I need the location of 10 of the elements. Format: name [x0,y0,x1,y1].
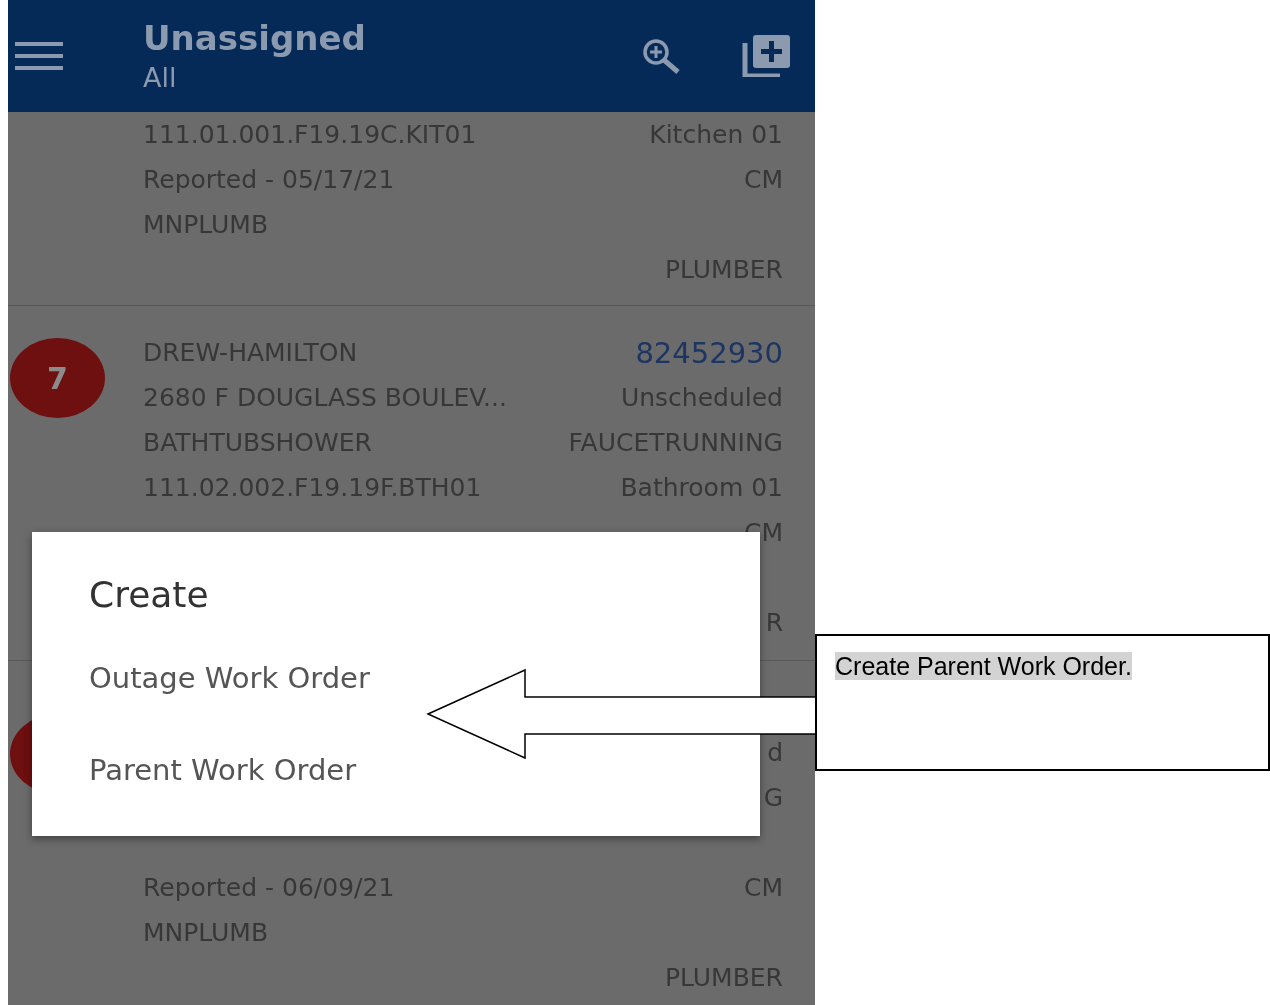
zoom-in-icon[interactable] [642,38,682,74]
add-to-library-icon[interactable] [742,35,790,77]
number-badge: 7 [10,338,105,418]
callout-text: Create Parent Work Order. [835,652,1132,680]
menu-option[interactable]: Outage Work Order [89,660,370,696]
menu-icon[interactable] [15,42,63,70]
screen-title: Unassigned [143,17,367,60]
dialog-title: Create [89,574,210,616]
screen-subtitle[interactable]: All [143,60,642,96]
menu-option[interactable]: Parent Work Order [89,752,357,788]
